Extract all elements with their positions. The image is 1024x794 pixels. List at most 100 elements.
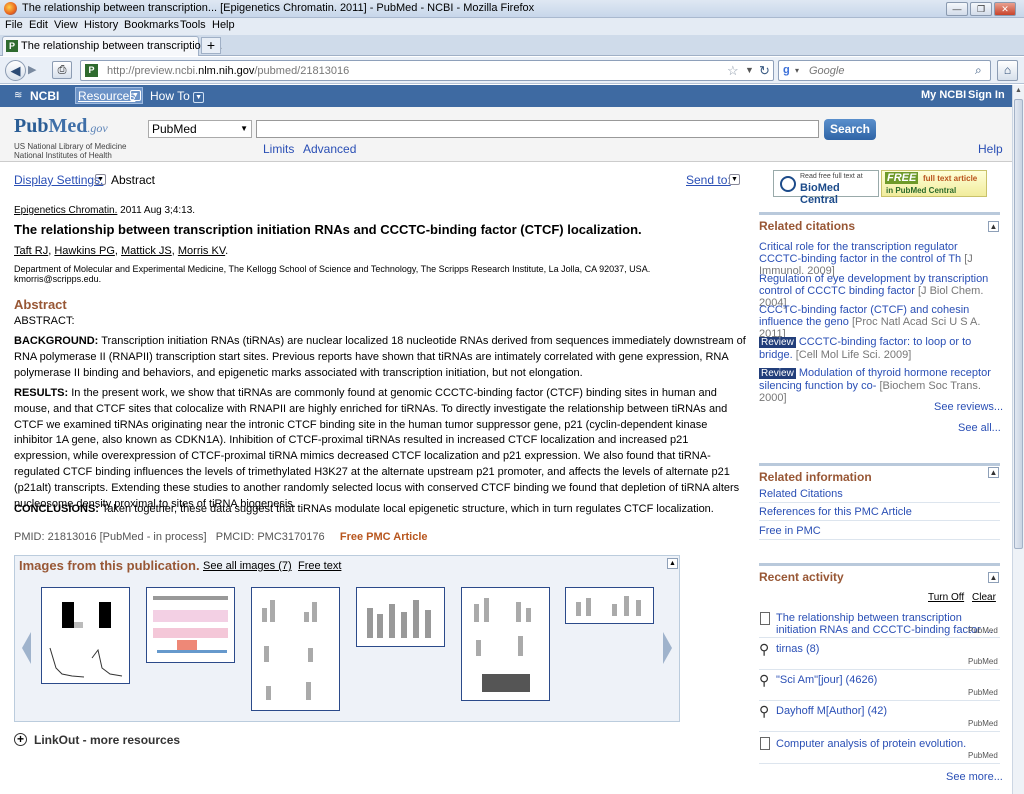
menu-history[interactable]: History — [84, 19, 118, 31]
affiliation: Department of Molecular and Experimental… — [14, 264, 651, 274]
activity-source: PubMed — [968, 657, 998, 666]
activity-source: PubMed — [968, 751, 998, 760]
recent-activity-item[interactable]: "Sci Am"[jour] (4626) — [776, 674, 998, 686]
menu-file[interactable]: File — [5, 19, 23, 31]
chevron-down-icon[interactable]: ▼ — [729, 174, 740, 185]
expand-plus-icon[interactable]: + — [14, 733, 27, 746]
previous-arrow-icon[interactable] — [22, 632, 31, 664]
advanced-link[interactable]: Advanced — [303, 142, 356, 156]
figure-thumbnail[interactable] — [251, 587, 340, 711]
maximize-icon[interactable]: ❐ — [970, 2, 992, 16]
scroll-up-icon[interactable]: ▲ — [1015, 87, 1022, 94]
conclusions-label: CONCLUSIONS: — [14, 503, 99, 515]
divider — [759, 700, 1000, 701]
figure-1-preview — [49, 602, 123, 678]
see-all-citations-link[interactable]: See all... — [958, 422, 1001, 434]
recent-activity-item[interactable]: Computer analysis of protein evolution. — [776, 738, 998, 750]
related-info-link[interactable]: References for this PMC Article — [759, 506, 1001, 518]
menu-bar: File Edit View History Bookmarks Tools H… — [0, 18, 1024, 35]
bookmark-star-icon[interactable]: ☆ — [727, 63, 739, 79]
pmc-free-badge[interactable]: FREE full text article in PubMed Central — [881, 170, 987, 197]
vertical-scrollbar[interactable]: ▲ — [1012, 85, 1024, 794]
engine-dropdown-icon[interactable]: ▾ — [795, 66, 799, 75]
close-icon[interactable]: ✕ — [994, 2, 1016, 16]
menu-view[interactable]: View — [54, 19, 78, 31]
send-to-link[interactable]: Send to: — [686, 173, 731, 187]
related-citation-item[interactable]: CCCTC-binding factor (CTCF) and cohesin … — [759, 304, 1001, 340]
pubmed-logo[interactable]: PubMed.gov — [14, 115, 108, 138]
recent-activity-item[interactable]: The relationship between transcription i… — [776, 612, 998, 636]
related-citation-item[interactable]: Review CCCTC-binding factor: to loop or … — [759, 336, 1001, 361]
minimize-icon[interactable]: — — [946, 2, 968, 16]
browser-tab[interactable]: P The relationship between transcription… — [2, 36, 222, 56]
forward-arrow-icon[interactable]: ▶ — [28, 63, 36, 76]
database-select-value: PubMed — [152, 122, 197, 136]
journal-link[interactable]: Epigenetics Chromatin. — [14, 205, 117, 216]
figure-thumbnail[interactable] — [565, 587, 654, 624]
howto-menu[interactable]: How To ▼ — [150, 89, 205, 103]
magnifier-icon[interactable]: ⌕ — [975, 63, 982, 78]
menu-tools[interactable]: Tools — [180, 19, 206, 31]
biomed-central-badge[interactable]: Read free full text at BioMed Central — [773, 170, 879, 206]
menu-bookmarks[interactable]: Bookmarks — [124, 19, 179, 31]
help-link[interactable]: Help — [978, 142, 1003, 156]
pubmed-favicon: P — [6, 40, 18, 52]
limits-link[interactable]: Limits — [263, 142, 294, 156]
related-citation-item[interactable]: Review Modulation of thyroid hormone rec… — [759, 367, 1001, 404]
related-citation-item[interactable]: Critical role for the transcription regu… — [759, 241, 1001, 277]
sign-in-link[interactable]: Sign In — [968, 89, 1005, 101]
author-link[interactable]: Mattick JS — [121, 245, 172, 257]
figure-thumbnail[interactable] — [41, 587, 130, 684]
figure-thumbnail[interactable] — [461, 587, 550, 701]
reload-icon[interactable]: ↻ — [759, 63, 770, 79]
linkout-toggle[interactable]: LinkOut - more resources — [34, 733, 180, 747]
home-icon[interactable]: ⌂ — [997, 60, 1018, 81]
site-favicon: P — [85, 64, 98, 77]
dropdown-arrow-icon[interactable]: ▼ — [745, 65, 754, 75]
abstract-heading: Abstract — [14, 297, 67, 312]
figure-thumbnail[interactable] — [146, 587, 235, 663]
chevron-down-icon[interactable]: ▼ — [95, 174, 106, 185]
ncbi-logo[interactable]: NCBI — [30, 89, 59, 103]
figure-thumbnail[interactable] — [356, 587, 445, 647]
new-tab-button[interactable]: + — [201, 37, 221, 54]
author-link[interactable]: Taft RJ — [14, 245, 48, 257]
address-bar[interactable]: P http://preview.ncbi.nlm.nih.gov/pubmed… — [80, 60, 774, 81]
turn-off-link[interactable]: Turn Off — [928, 592, 964, 603]
author-link[interactable]: Hawkins PG — [54, 245, 115, 257]
pubmed-search-input[interactable] — [256, 120, 819, 138]
resources-menu[interactable]: Resources ▼ — [75, 87, 143, 104]
collapse-icon[interactable]: ▲ — [988, 572, 999, 583]
see-reviews-link[interactable]: See reviews... — [934, 401, 1003, 413]
related-information-heading: Related information — [759, 463, 1000, 484]
author-link[interactable]: Morris KV — [178, 245, 225, 257]
free-text-link[interactable]: Free text — [298, 560, 341, 572]
collapse-icon[interactable]: ▲ — [667, 558, 678, 569]
search-icon: ⚲ — [759, 672, 770, 688]
collapse-icon[interactable]: ▲ — [988, 221, 999, 232]
related-info-link[interactable]: Free in PMC — [759, 525, 1001, 537]
print-icon[interactable]: ⎙ — [52, 61, 72, 79]
collapse-icon[interactable]: ▲ — [988, 467, 999, 478]
figure-4-preview — [367, 600, 431, 638]
recent-activity-item[interactable]: Dayhoff M[Author] (42) — [776, 705, 998, 717]
scrollbar-thumb[interactable] — [1014, 99, 1023, 549]
my-ncbi-link[interactable]: My NCBI — [921, 89, 966, 101]
menu-edit[interactable]: Edit — [29, 19, 48, 31]
next-arrow-icon[interactable] — [663, 632, 672, 664]
see-more-link[interactable]: See more... — [946, 771, 1003, 783]
activity-source: PubMed — [968, 719, 998, 728]
author-email: kmorris@scripps.edu. — [14, 274, 102, 284]
recent-activity-item[interactable]: tirnas (8) — [776, 643, 998, 655]
display-settings-link[interactable]: Display Settings: — [14, 173, 103, 187]
menu-help[interactable]: Help — [212, 19, 235, 31]
see-all-images-link[interactable]: See all images (7) — [203, 560, 292, 572]
back-arrow-icon[interactable]: ◀ — [5, 60, 26, 81]
free-pmc-link[interactable]: Free PMC Article — [340, 531, 428, 543]
clear-link[interactable]: Clear — [972, 592, 996, 603]
related-info-link[interactable]: Related Citations — [759, 488, 1001, 500]
web-search-box[interactable]: g ▾ Google ⌕ — [778, 60, 991, 81]
citation-line: Epigenetics Chromatin. 2011 Aug 3;4:13. — [14, 205, 195, 216]
search-button[interactable]: Search — [824, 119, 876, 140]
database-select[interactable]: PubMed ▼ — [148, 120, 252, 138]
